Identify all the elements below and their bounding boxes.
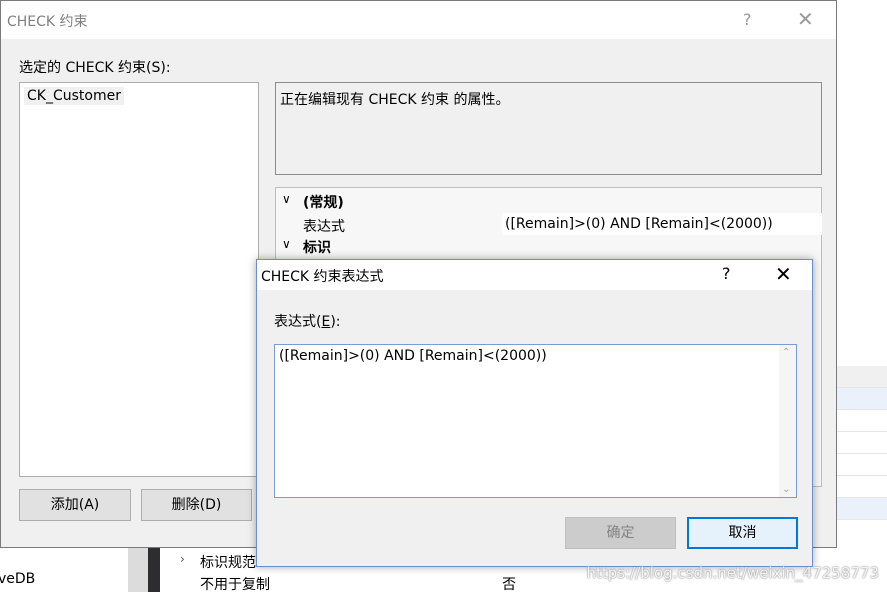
scroll-up-icon[interactable]: ⌃: [782, 347, 790, 358]
object-explorer-item[interactable]: veDB: [0, 567, 128, 592]
close-icon[interactable]: ✕: [797, 7, 814, 31]
expression-label: 表达式(E):: [274, 311, 341, 331]
background-grid-row: [836, 454, 887, 476]
chevron-down-icon[interactable]: ∨: [282, 192, 291, 206]
category-label: 标识: [303, 240, 331, 256]
expression-textarea[interactable]: ([Remain]>(0) AND [Remain]<(2000)) ⌃ ⌄: [274, 344, 797, 498]
category-label: (常规): [303, 195, 344, 211]
prop-key: 标识规范: [200, 555, 256, 571]
add-button[interactable]: 添加(A): [19, 489, 131, 521]
dialog-title: CHECK 约束: [7, 14, 88, 30]
close-icon[interactable]: ✕: [775, 262, 792, 286]
description-text: 正在编辑现有 CHECK 约束 的属性。: [280, 92, 510, 108]
expression-label-prefix: 表达式(: [274, 314, 322, 330]
ok-button[interactable]: 确定: [565, 517, 676, 549]
object-explorer-item-label: veDB: [0, 571, 36, 587]
background-grid-row: [836, 476, 887, 498]
delete-button[interactable]: 删除(D): [141, 489, 252, 521]
background-grid-row: [836, 410, 887, 432]
dialog-titlebar[interactable]: CHECK 约束表达式 ? ✕: [257, 260, 812, 290]
expand-icon[interactable]: ›: [180, 552, 185, 566]
property-value[interactable]: ([Remain]>(0) AND [Remain]<(2000)): [502, 213, 822, 235]
expression-label-suffix: ):: [330, 314, 341, 330]
background-grid-header: [836, 366, 887, 388]
selected-constraints-label: 选定的 CHECK 约束(S):: [19, 60, 171, 76]
prop-key: 不用于复制: [200, 577, 270, 592]
description-box: 正在编辑现有 CHECK 约束 的属性。: [275, 82, 822, 175]
expression-text[interactable]: ([Remain]>(0) AND [Remain]<(2000)): [279, 348, 547, 364]
cancel-button[interactable]: 取消: [687, 517, 798, 549]
dialog-title: CHECK 约束表达式: [261, 269, 384, 285]
property-key: 表达式: [303, 219, 345, 235]
property-row-expression[interactable]: 表达式 ([Remain]>(0) AND [Remain]<(2000)): [276, 213, 822, 235]
constraints-list[interactable]: CK_Customer: [19, 82, 259, 477]
dialog-titlebar[interactable]: CHECK 约束 ? ✕: [1, 1, 836, 39]
vertical-scrollbar[interactable]: ⌃ ⌄: [779, 345, 796, 497]
watermark: https://blog.csdn.net/weixin_47258773: [586, 564, 879, 582]
expression-label-accesskey: E: [321, 314, 331, 330]
list-item[interactable]: CK_Customer: [24, 87, 124, 105]
chevron-down-icon[interactable]: ∨: [282, 237, 291, 251]
background-grid-row: [836, 432, 887, 454]
check-expression-dialog: CHECK 约束表达式 ? ✕ 表达式(E): ([Remain]>(0) AN…: [256, 259, 813, 567]
category-general[interactable]: ∨ (常规): [276, 190, 821, 212]
scroll-down-icon[interactable]: ⌄: [782, 484, 790, 495]
background-grid-row: [836, 388, 887, 410]
prop-value: 否: [502, 577, 516, 592]
help-icon[interactable]: ?: [722, 264, 731, 283]
category-identity[interactable]: ∨ 标识: [276, 235, 821, 257]
background-grid-row: [836, 498, 887, 520]
help-icon[interactable]: ?: [743, 10, 752, 29]
